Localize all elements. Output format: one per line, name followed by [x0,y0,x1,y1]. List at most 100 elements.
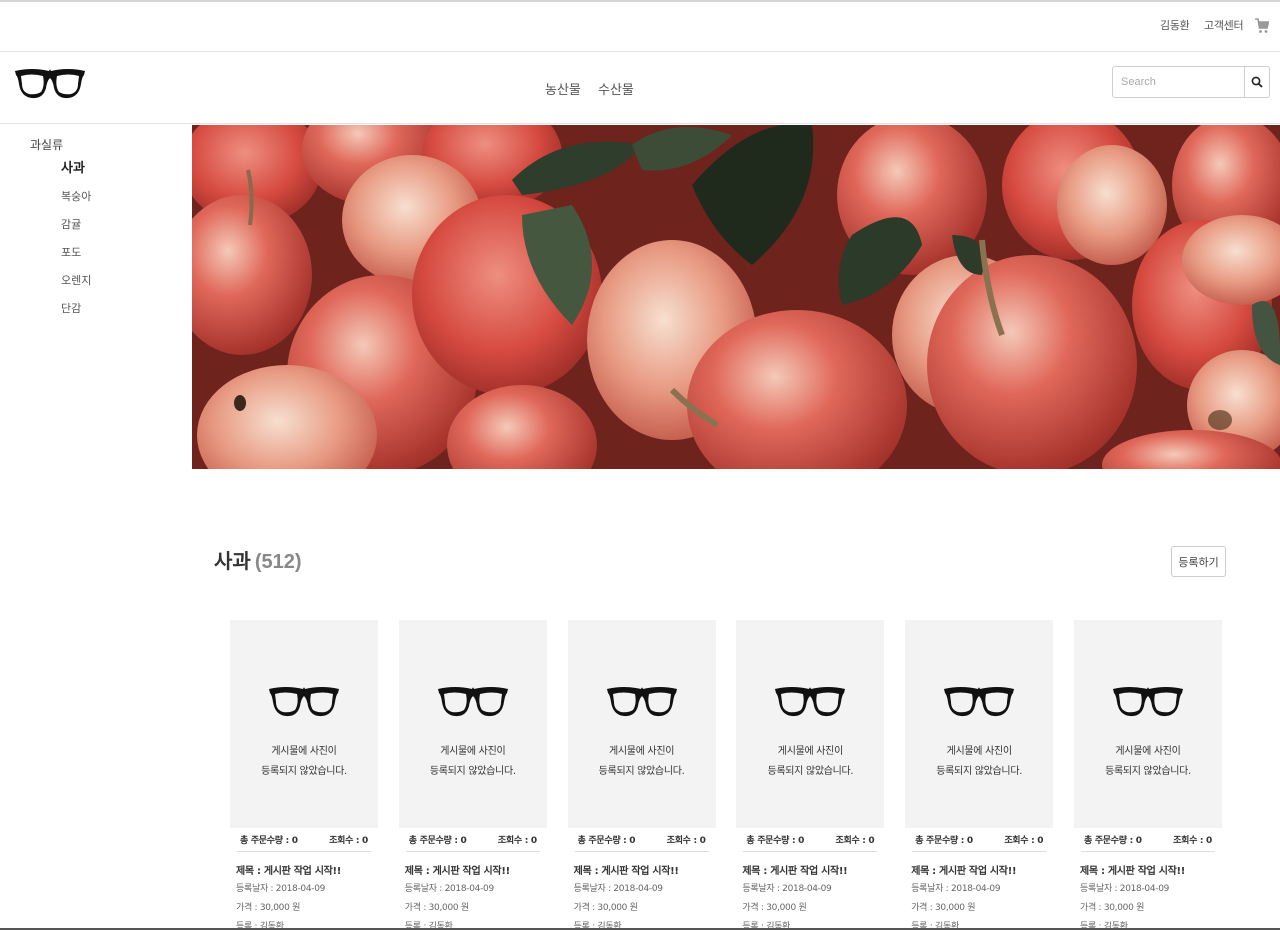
glasses-placeholder-icon [1113,687,1183,717]
product-thumbnail[interactable]: 게시물에 사진이등록되지 않았습니다. [230,620,378,828]
product-stats: 총 주문수량 : 0 조회수 : 0 [912,828,1047,852]
order-count: 총 주문수량 : 0 [408,836,467,846]
search-button[interactable] [1244,67,1269,97]
product-info: 제목 : 게시판 작업 시작!! 등록날자 : 2018-04-09 가격 : 30… [230,852,378,930]
glasses-placeholder-icon [437,687,508,717]
product-date: 등록날자 : 2018-04-09 [573,884,663,894]
product-info: 제목 : 게시판 작업 시작!! 등록날자 : 2018-04-09 가격 : 30… [399,852,547,930]
view-count: 조회수 : 0 [497,836,537,846]
no-image-line1: 게시물에 사진이 [609,746,675,757]
no-image-line1: 게시물에 사진이 [1115,746,1181,757]
user-name-link[interactable]: 김동환 [1160,17,1190,33]
sidebar-category[interactable]: 과실류 [30,136,63,153]
no-image-line2: 등록되지 않았습니다. [429,766,516,777]
no-image-line2: 등록되지 않았습니다. [261,766,347,777]
product-date: 등록날자 : 2018-04-09 [911,884,1001,894]
nav-marine[interactable]: 수산물 [598,79,634,98]
product-title[interactable]: 제목 : 게시판 작업 시작!! [236,862,378,881]
no-image-line2: 등록되지 않았습니다. [936,766,1023,777]
section-title-text: 사과 [214,551,251,573]
section-title: 사과 (512) [214,545,302,574]
product-stats: 총 주문수량 : 0 조회수 : 0 [574,828,709,852]
product-price: 가격 : 30,000 원 [236,903,301,913]
product-info: 제목 : 게시판 작업 시작!! 등록날자 : 2018-04-09 가격 : 30… [905,852,1053,930]
cart-icon[interactable] [1255,18,1270,34]
no-image-line1: 게시물에 사진이 [777,746,843,757]
order-count: 총 주문수량 : 0 [1084,836,1142,846]
product-price: 가격 : 30,000 원 [573,903,638,913]
glasses-placeholder-icon [269,687,339,717]
no-image-message: 게시물에 사진이등록되지 않았습니다. [230,742,378,782]
no-image-line1: 게시물에 사진이 [946,746,1012,757]
product-title[interactable]: 제목 : 게시판 작업 시작!! [911,862,1053,881]
no-image-line2: 등록되지 않았습니다. [598,766,685,777]
sidebar-item-tangerine[interactable]: 감귤 [61,216,91,244]
product-card[interactable]: 게시물에 사진이등록되지 않았습니다. 총 주문수량 : 0 조회수 : 0 제목 :… [567,620,716,930]
glasses-placeholder-icon [944,687,1015,717]
product-thumbnail[interactable]: 게시물에 사진이등록되지 않았습니다. [398,620,547,828]
search-input[interactable] [1113,67,1244,97]
product-stats: 총 주문수량 : 0 조회수 : 0 [405,828,540,852]
product-card[interactable]: 게시물에 사진이등록되지 않았습니다. 총 주문수량 : 0 조회수 : 0 제목 :… [398,620,547,930]
glasses-placeholder-icon [775,687,846,717]
product-card[interactable]: 게시물에 사진이 등록되지 않았습니다. 총 주문수량 : 0 조회수 : 0 제목 :… [230,620,378,930]
view-count: 조회수 : 0 [666,836,706,846]
product-title[interactable]: 제목 : 게시판 작업 시작!! [574,862,716,881]
product-info: 제목 : 게시판 작업 시작!! 등록날자 : 2018-04-09 가격 : 30… [736,852,884,930]
product-thumbnail[interactable]: 게시물에 사진이등록되지 않았습니다. [567,620,716,828]
sidebar-item-grape[interactable]: 포도 [61,244,91,272]
product-title[interactable]: 제목 : 게시판 작업 시작!! [1080,862,1222,881]
product-thumbnail[interactable]: 게시물에 사진이등록되지 않았습니다. [736,620,885,828]
sidebar-list: 사과 복숭아 감귤 포도 오렌지 단감 [61,160,91,328]
banner-image [192,125,1280,469]
product-title[interactable]: 제목 : 게시판 작업 시작!! [405,862,547,881]
item-count: (512) [254,551,302,573]
customer-center-link[interactable]: 고객센터 [1204,17,1244,33]
no-image-message: 게시물에 사진이등록되지 않았습니다. [736,742,884,782]
product-stats: 총 주문수량 : 0 조회수 : 0 [743,828,878,852]
sidebar-item-apple[interactable]: 사과 [61,160,91,188]
no-image-line1: 게시물에 사진이 [440,746,506,757]
product-info: 제목 : 게시판 작업 시작!! 등록날자 : 2018-04-09 가격 : 30… [1074,852,1222,930]
order-count: 총 주문수량 : 0 [746,836,805,846]
glasses-logo-icon[interactable] [14,64,86,104]
site-header: 농산물 수산물 [0,52,1280,124]
product-date: 등록날자 : 2018-04-09 [742,884,832,894]
product-card[interactable]: 게시물에 사진이등록되지 않았습니다. 총 주문수량 : 0 조회수 : 0 제목 :… [905,620,1054,930]
product-price: 가격 : 30,000 원 [742,903,807,913]
sidebar-item-peach[interactable]: 복숭아 [61,188,91,216]
glasses-placeholder-icon [606,687,677,717]
no-image-message: 게시물에 사진이등록되지 않았습니다. [568,742,716,782]
product-stats: 총 주문수량 : 0 조회수 : 0 [1081,828,1215,852]
product-title[interactable]: 제목 : 게시판 작업 시작!! [742,862,884,881]
nav-agricultural[interactable]: 농산물 [545,79,581,98]
order-count: 총 주문수량 : 0 [915,836,973,846]
view-count: 조회수 : 0 [329,836,368,846]
order-count: 총 주문수량 : 0 [577,836,636,846]
product-stats: 총 주문수량 : 0 조회수 : 0 [237,828,371,852]
no-image-message: 게시물에 사진이등록되지 않았습니다. [905,742,1053,782]
view-count: 조회수 : 0 [1173,836,1212,846]
product-price: 가격 : 30,000 원 [1080,903,1145,913]
product-card[interactable]: 게시물에 사진이등록되지 않았습니다. 총 주문수량 : 0 조회수 : 0 제목 :… [1074,620,1222,930]
product-info: 제목 : 게시판 작업 시작!! 등록날자 : 2018-04-09 가격 : 30… [568,852,716,930]
search-box [1112,66,1270,98]
product-date: 등록날자 : 2018-04-09 [1080,884,1170,894]
no-image-line1: 게시물에 사진이 [271,746,337,757]
no-image-line2: 등록되지 않았습니다. [767,766,854,777]
no-image-message: 게시물에 사진이등록되지 않았습니다. [1074,742,1222,782]
product-thumbnail[interactable]: 게시물에 사진이등록되지 않았습니다. [1074,620,1222,828]
view-count: 조회수 : 0 [1004,836,1044,846]
register-button[interactable]: 등록하기 [1171,546,1226,577]
product-thumbnail[interactable]: 게시물에 사진이등록되지 않았습니다. [905,620,1054,828]
product-date: 등록날자 : 2018-04-09 [236,884,326,894]
product-price: 가격 : 30,000 원 [404,903,469,913]
search-icon [1251,76,1263,88]
no-image-line2: 등록되지 않았습니다. [1105,766,1191,777]
product-price: 가격 : 30,000 원 [911,903,976,913]
view-count: 조회수 : 0 [835,836,875,846]
sidebar-item-orange[interactable]: 오렌지 [61,272,91,300]
product-date: 등록날자 : 2018-04-09 [404,884,494,894]
sidebar-item-persimmon[interactable]: 단감 [61,300,91,328]
product-card[interactable]: 게시물에 사진이등록되지 않았습니다. 총 주문수량 : 0 조회수 : 0 제목 :… [736,620,885,930]
